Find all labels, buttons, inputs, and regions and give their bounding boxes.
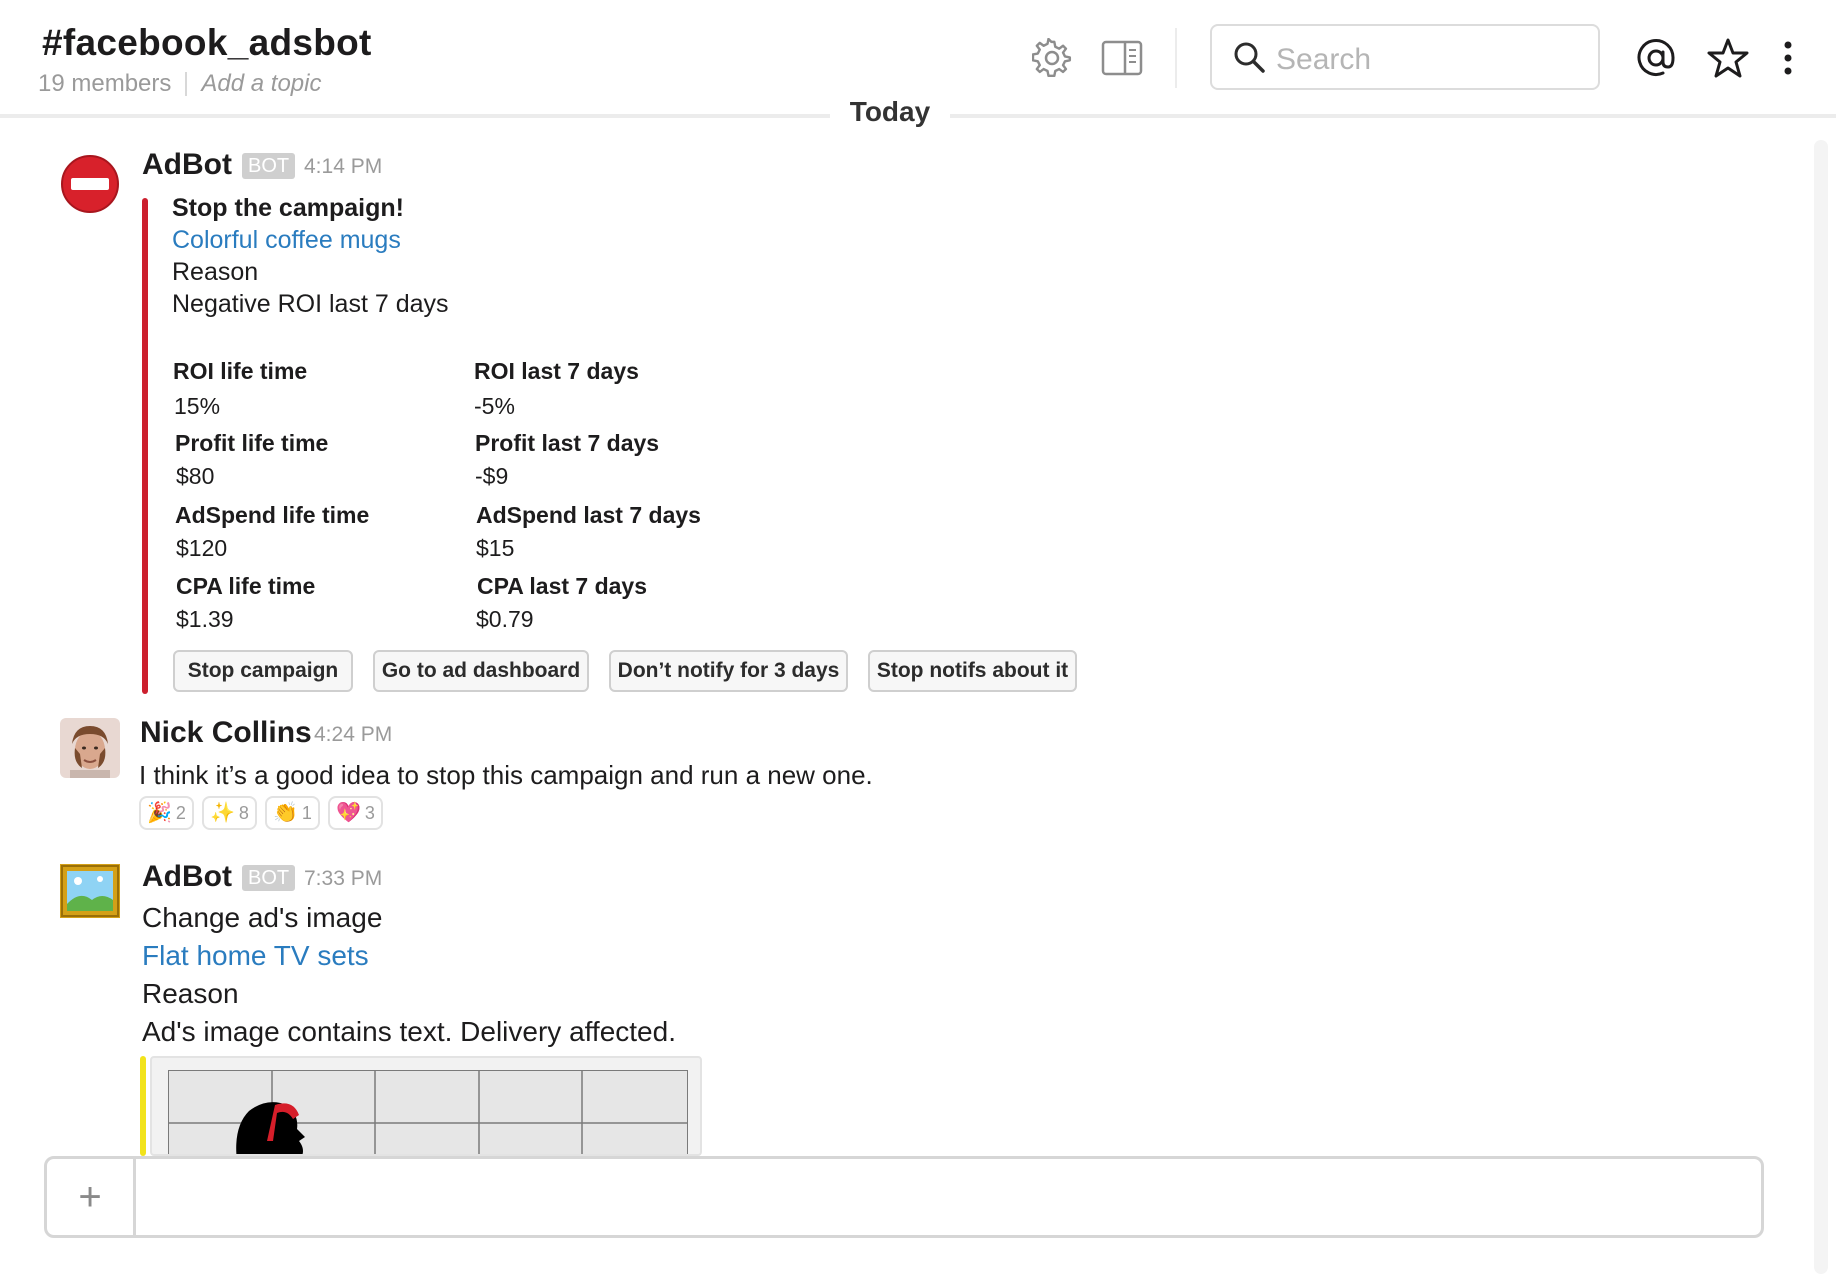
day-label: Today: [830, 96, 950, 128]
mentions-at-icon[interactable]: [1634, 36, 1678, 80]
timestamp[interactable]: 4:24 PM: [314, 723, 392, 747]
product-link[interactable]: Flat home TV sets: [142, 940, 369, 972]
no-entry-icon[interactable]: [60, 154, 120, 214]
field-value: -$9: [475, 463, 509, 489]
divider-line: [0, 114, 830, 116]
reaction[interactable]: 🎉 2: [139, 796, 194, 830]
reason-label: Reason: [172, 258, 259, 286]
channel-name[interactable]: #facebook_adsbot: [42, 22, 372, 64]
star-icon[interactable]: [1706, 36, 1750, 80]
field-label: AdSpend life time: [175, 502, 370, 528]
party-popper-icon: 🎉: [147, 802, 172, 824]
dont-notify-3-days-button[interactable]: Don’t notify for 3 days: [609, 650, 848, 692]
divider-line: [950, 114, 1836, 116]
field-label: AdSpend last 7 days: [476, 502, 701, 528]
more-options-icon[interactable]: [1766, 36, 1810, 80]
gear-icon[interactable]: [1030, 36, 1074, 80]
bot-badge: BOT: [242, 865, 296, 891]
reaction[interactable]: ✨ 8: [202, 796, 257, 830]
field-value: $15: [476, 535, 515, 561]
ad-image: [168, 1070, 688, 1154]
attachment-color-bar: [140, 1056, 146, 1156]
field-label: Profit last 7 days: [475, 430, 660, 456]
search-box[interactable]: Search: [1210, 24, 1600, 90]
search-input[interactable]: Search: [1276, 43, 1371, 77]
field-value: 15%: [174, 393, 221, 419]
clapping-hands-icon: 👏: [273, 802, 298, 824]
field-label: ROI last 7 days: [474, 358, 639, 384]
field-value: $120: [176, 535, 228, 561]
field-label: ROI life time: [173, 358, 308, 384]
message-input[interactable]: [147, 1159, 1751, 1237]
sender-name[interactable]: AdBot: [142, 148, 232, 182]
timestamp[interactable]: 4:14 PM: [304, 155, 382, 179]
timestamp[interactable]: 7:33 PM: [304, 867, 382, 891]
add-topic-link[interactable]: Add a topic: [201, 70, 321, 98]
field-value: $80: [176, 463, 215, 489]
reaction-count: 3: [364, 802, 375, 823]
channel-meta: 19 members Add a topic: [38, 70, 321, 98]
sender-name[interactable]: Nick Collins: [140, 716, 312, 750]
attachment-title: Stop the campaign!: [172, 194, 404, 222]
meta-divider: [185, 72, 188, 96]
sparkling-heart-icon: 💖: [336, 802, 361, 824]
campaign-link[interactable]: Colorful coffee mugs: [172, 226, 401, 255]
reaction[interactable]: 💖 3: [328, 796, 383, 830]
reaction-count: 1: [301, 802, 312, 823]
avatar[interactable]: [60, 718, 120, 778]
member-count[interactable]: 19 members: [38, 70, 171, 98]
plus-icon[interactable]: +: [47, 1159, 136, 1235]
sparkles-icon: ✨: [210, 802, 235, 824]
day-divider: Today: [0, 96, 1836, 132]
message-composer: +: [44, 1156, 1764, 1238]
scrollbar[interactable]: [1814, 140, 1828, 1274]
field-value: -5%: [474, 393, 515, 419]
attachment-color-bar: [142, 198, 148, 694]
ad-image-preview[interactable]: [150, 1056, 702, 1156]
field-label: CPA last 7 days: [477, 573, 648, 599]
framed-picture-icon[interactable]: [60, 864, 120, 924]
field-label: Profit life time: [175, 430, 329, 456]
reason-text: Negative ROI last 7 days: [172, 290, 449, 318]
reason-text: Ad's image contains text. Delivery affec…: [142, 1016, 676, 1047]
attachment-title: Change ad's image: [142, 902, 383, 933]
bot-badge: BOT: [242, 153, 296, 179]
message-text: I think it’s a good idea to stop this ca…: [139, 760, 873, 790]
slack-channel-window: #facebook_adsbot 19 members Add a topic: [0, 0, 1836, 1274]
sender-name[interactable]: AdBot: [142, 860, 232, 894]
reason-label: Reason: [142, 978, 239, 1009]
reaction-count: 8: [238, 802, 249, 823]
stop-campaign-button[interactable]: Stop campaign: [173, 650, 353, 692]
search-icon: [1232, 40, 1266, 79]
field-value: $0.79: [476, 606, 534, 632]
sidebar-toggle-icon[interactable]: [1100, 36, 1144, 80]
field-label: CPA life time: [176, 573, 316, 599]
stop-notifs-button[interactable]: Stop notifs about it: [868, 650, 1077, 692]
field-value: $1.39: [176, 606, 234, 632]
go-to-ad-dashboard-button[interactable]: Go to ad dashboard: [373, 650, 589, 692]
header-divider: [1175, 28, 1177, 88]
reaction[interactable]: 👏 1: [265, 796, 320, 830]
reaction-count: 2: [175, 802, 186, 823]
